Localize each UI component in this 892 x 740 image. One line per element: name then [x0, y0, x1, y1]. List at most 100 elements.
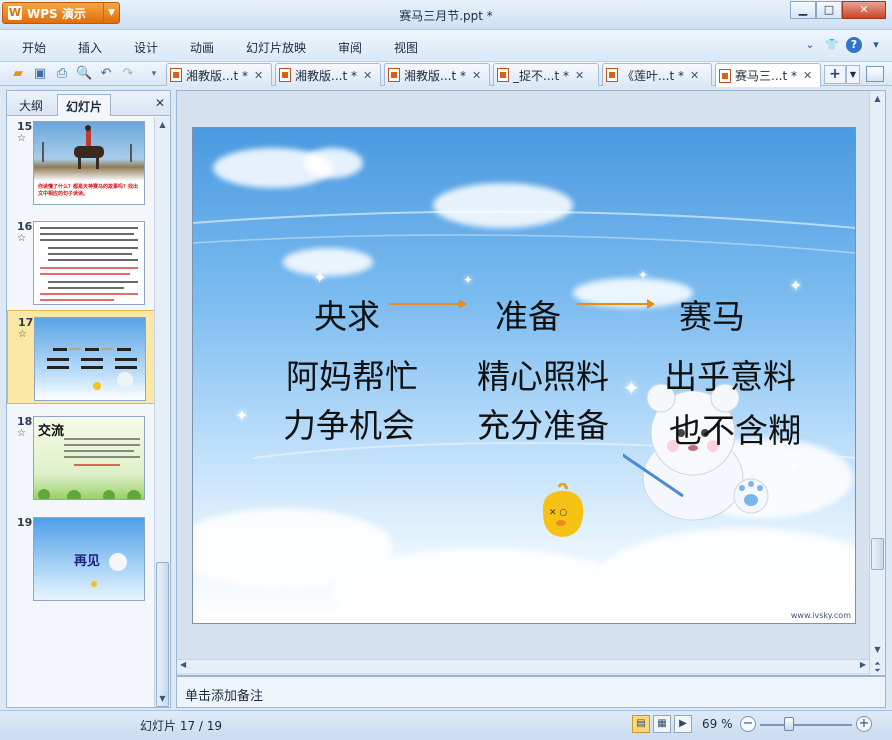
print-icon[interactable]: ⎙ [54, 66, 70, 82]
close-icon[interactable]: ✕ [690, 69, 699, 82]
customize-icon[interactable]: ▾ [146, 66, 162, 82]
notes-placeholder[interactable]: 单击添加备注 [185, 685, 263, 704]
slide-text-row2-2[interactable]: 精心照料 [477, 350, 609, 398]
close-icon[interactable]: ✕ [363, 69, 372, 82]
pane-tabs: 大纲 幻灯片 ✕ [7, 91, 170, 116]
editor-vertical-scrollbar[interactable]: ▲ ▼ ⏶ ⏷ [869, 91, 885, 675]
scroll-left-icon[interactable]: ◀ [180, 660, 186, 669]
close-icon[interactable]: ✕ [155, 96, 165, 110]
slide-text-row2-3[interactable]: 出乎意料 [664, 350, 796, 398]
print-preview-icon[interactable]: 🔍 [76, 66, 92, 82]
doc-tab[interactable]: 湘教版...t * ✕ [275, 63, 381, 86]
slide-number: 16 [17, 220, 33, 233]
open-icon[interactable]: ▰ [10, 66, 26, 82]
doc-tab-label: 湘教版...t * [186, 68, 248, 83]
scroll-thumb[interactable] [156, 562, 169, 707]
slide-canvas[interactable]: ✦ ✦ ✦ ✦ ✦ ✦ ✦ ✕ ○ 央求 准备 赛马 阿妈帮忙 精心照料 出乎意… [192, 127, 856, 624]
menu-view[interactable]: 视图 [394, 39, 418, 56]
doc-tab[interactable]: 湘教版...t * ✕ [166, 63, 272, 86]
help-icon[interactable]: ? [846, 37, 862, 53]
close-icon[interactable]: ✕ [472, 69, 481, 82]
menu-home[interactable]: 开始 [22, 39, 46, 56]
sparkle-icon: ✦ [235, 406, 249, 425]
doc-tab[interactable]: _捉不...t * ✕ [493, 63, 599, 86]
scroll-right-icon[interactable]: ▶ [860, 660, 866, 669]
undo-icon[interactable]: ↶ [98, 66, 114, 82]
save-icon[interactable]: ▣ [32, 66, 48, 82]
svg-text:✕ ○: ✕ ○ [549, 508, 567, 518]
slide-text-row1-3[interactable]: 赛马 [679, 290, 745, 338]
menu-insert[interactable]: 插入 [78, 39, 102, 56]
tab-list-dropdown[interactable]: ▼ [846, 65, 860, 84]
menu-slideshow[interactable]: 幻灯片放映 [246, 39, 306, 56]
scroll-thumb[interactable] [871, 538, 884, 570]
title-bar: W WPS 演示 ▼ 赛马三月节.ppt * ▁ □ ✕ [0, 0, 892, 30]
slide-text-row3-2[interactable]: 充分准备 [477, 399, 609, 447]
ppt-file-icon [388, 68, 400, 82]
zoom-slider-handle[interactable] [784, 717, 794, 731]
slides-pane: 大纲 幻灯片 ✕ 15 ☆ 你读懂了什么？都是天神赛马的故事吗？找出文中相应的句… [6, 90, 171, 708]
new-tab-button[interactable]: + [824, 65, 846, 84]
tab-outline[interactable]: 大纲 [11, 94, 51, 116]
sparkle-icon: ✦ [638, 268, 649, 282]
thumbnail-title: 再见 [74, 554, 101, 569]
status-bar: 幻灯片 17 / 19 ▤ ▦ ▶ 69 % − + [0, 710, 892, 740]
duckling-illustration: ✕ ○ [542, 483, 584, 537]
doc-tab-active[interactable]: 赛马三...t * ✕ [715, 63, 821, 87]
scroll-down-icon[interactable]: ▼ [871, 643, 884, 657]
slide-text-row1-1[interactable]: 央求 [314, 290, 380, 338]
chevron-down-icon[interactable]: ▾ [868, 37, 884, 53]
zoom-level: 69 % [702, 717, 733, 731]
sparkle-icon: ✦ [313, 268, 327, 287]
zoom-out-button[interactable]: − [740, 716, 756, 732]
slide-thumbnail[interactable]: 16 ☆ [7, 215, 155, 309]
slide-text-row3-1[interactable]: 力争机会 [283, 399, 415, 447]
slide-thumbnail[interactable]: 18 ☆ 交流 [7, 410, 155, 504]
normal-view-icon[interactable]: ▤ [632, 715, 650, 733]
slide-sorter-view-icon[interactable]: ▦ [653, 715, 671, 733]
close-icon[interactable]: ✕ [803, 69, 812, 82]
window-title: 赛马三月节.ppt * [399, 9, 493, 23]
thumbnail-scrollbar[interactable]: ▲ ▼ [154, 117, 170, 707]
animation-star-icon: ☆ [17, 233, 26, 244]
slide-text-row1-2[interactable]: 准备 [495, 290, 561, 338]
animation-star-icon: ☆ [17, 428, 26, 439]
doc-tab[interactable]: 《莲叶...t * ✕ [602, 63, 712, 86]
slide-number: 18 [17, 415, 33, 428]
zoom-slider-track[interactable] [760, 724, 852, 726]
editor-horizontal-scrollbar[interactable]: ◀ ▶ [177, 659, 869, 673]
zoom-in-button[interactable]: + [856, 716, 872, 732]
close-icon[interactable]: ✕ [254, 69, 263, 82]
slide-thumbnail[interactable]: 19 再见 [7, 511, 155, 605]
slide-number: 15 [17, 120, 33, 133]
maximize-button[interactable]: □ [816, 1, 842, 19]
menu-animation[interactable]: 动画 [190, 39, 214, 56]
minimize-button[interactable]: ▁ [790, 1, 816, 19]
doc-tab[interactable]: 湘教版...t * ✕ [384, 63, 490, 86]
slideshow-view-icon[interactable]: ▶ [674, 715, 692, 733]
doc-tab-label: 湘教版...t * [295, 68, 357, 83]
close-button[interactable]: ✕ [842, 1, 886, 19]
slide-text-row3-3[interactable]: 也不含糊 [669, 404, 801, 452]
slide-text-row2-1[interactable]: 阿妈帮忙 [286, 350, 418, 398]
notes-area[interactable]: 单击添加备注 [176, 676, 886, 708]
next-slide-icon[interactable]: ⏷ [871, 667, 884, 675]
redo-icon[interactable]: ↷ [120, 66, 136, 82]
slide-number: 19 [17, 516, 33, 529]
slide-editor: ✦ ✦ ✦ ✦ ✦ ✦ ✦ ✕ ○ 央求 准备 赛马 阿妈帮忙 精心照料 出乎意… [176, 90, 886, 676]
shirt-skin-icon[interactable]: 👕 [824, 37, 840, 53]
scroll-up-icon[interactable]: ▲ [871, 92, 884, 106]
window-layout-icon[interactable] [866, 66, 884, 82]
scroll-up-icon[interactable]: ▲ [156, 118, 169, 132]
menu-design[interactable]: 设计 [134, 39, 158, 56]
slide-thumbnail[interactable]: 15 ☆ 你读懂了什么？都是天神赛马的故事吗？找出文中相应的句子读读。 [7, 117, 155, 209]
close-icon[interactable]: ✕ [575, 69, 584, 82]
scroll-down-icon[interactable]: ▼ [156, 692, 169, 706]
animation-star-icon: ☆ [17, 133, 26, 144]
slide-thumbnail-selected[interactable]: 17 ☆ [7, 310, 155, 404]
arrow-right-icon [577, 299, 655, 309]
chevron-down-icon[interactable]: ⌄ [802, 37, 818, 53]
doc-tab-label: _捉不...t * [513, 68, 569, 83]
menu-review[interactable]: 审阅 [338, 39, 362, 56]
tab-slides[interactable]: 幻灯片 [57, 94, 112, 116]
